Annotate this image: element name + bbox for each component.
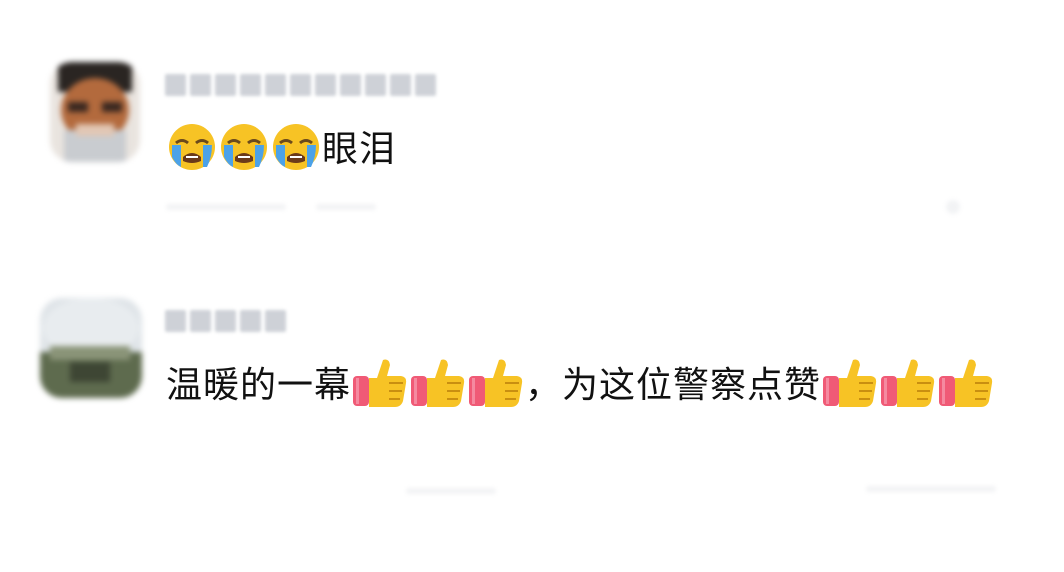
- comment-text-part2: ，为这位警察点赞: [525, 365, 822, 406]
- thumbs-up-icon: [351, 356, 409, 410]
- thumbs-up-icon: [937, 356, 995, 410]
- thumbs-up-icon: [467, 356, 525, 410]
- thumbs-up-icon: [409, 356, 467, 410]
- avatar[interactable]: [40, 298, 142, 398]
- loudly-crying-face-icon: [270, 121, 322, 173]
- username-blurred[interactable]: [165, 306, 286, 336]
- loudly-crying-face-icon: [166, 121, 218, 173]
- comment-list: 眼泪 温暖的一幕 ，为这位警察点赞: [0, 0, 1064, 572]
- username-blurred[interactable]: [165, 70, 436, 100]
- loudly-crying-face-icon: [218, 121, 270, 173]
- comment-text-body: 眼泪: [322, 129, 397, 170]
- comment-meta-blurred: [166, 196, 966, 220]
- thumbs-up-icon: [879, 356, 937, 410]
- comment-item: 温暖的一幕 ，为这位警察点赞: [0, 292, 1064, 532]
- comment-text: 眼泪: [166, 120, 396, 180]
- avatar[interactable]: [50, 62, 140, 162]
- thumbs-up-icon: [821, 356, 879, 410]
- comment-text: 温暖的一幕 ，为这位警察点赞: [166, 356, 1026, 416]
- comment-meta-blurred: [166, 482, 996, 506]
- comment-text-part1: 温暖的一幕: [166, 365, 352, 406]
- comment-item: 眼泪: [0, 56, 1064, 236]
